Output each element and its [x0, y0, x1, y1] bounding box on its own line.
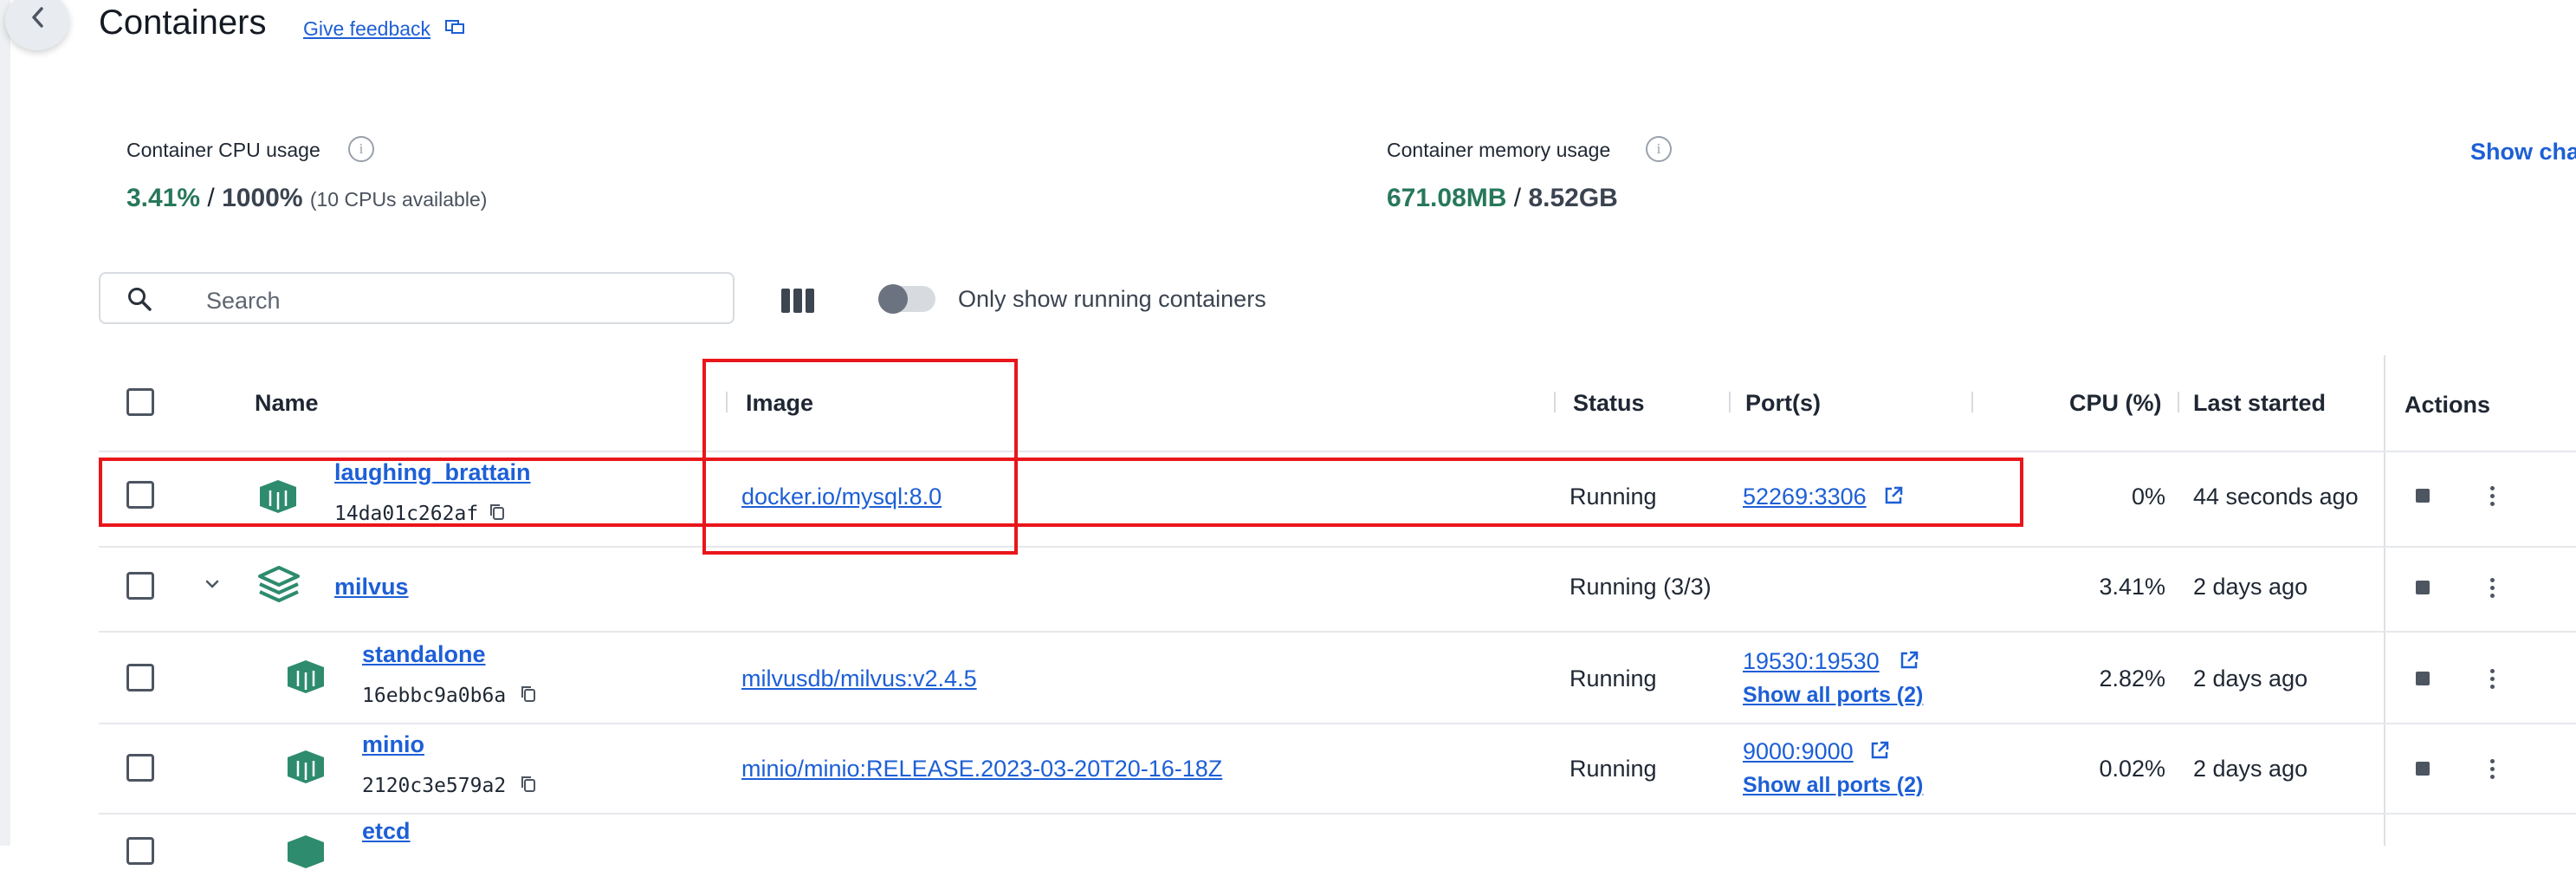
- running-only-toggle[interactable]: [878, 284, 935, 314]
- stop-icon[interactable]: [2416, 762, 2430, 776]
- copy-icon[interactable]: [520, 685, 537, 704]
- external-link-icon[interactable]: [1899, 650, 1919, 671]
- chevron-left-icon: [32, 7, 43, 28]
- columns-icon[interactable]: [781, 289, 814, 313]
- back-button[interactable]: [5, 0, 69, 50]
- status-text: Running: [1570, 665, 1657, 691]
- cpu-total: 1000%: [222, 184, 303, 212]
- container-name-link[interactable]: standalone: [362, 641, 486, 668]
- row-checkbox[interactable]: [126, 754, 154, 782]
- feedback-icon[interactable]: [445, 19, 464, 36]
- toggle-knob: [878, 284, 908, 314]
- column-separator[interactable]: [1971, 392, 1973, 412]
- cpu-percent: 0%: [2131, 484, 2165, 510]
- memory-total: 8.52GB: [1528, 184, 1618, 212]
- container-name-link[interactable]: etcd: [362, 818, 411, 845]
- select-all-checkbox[interactable]: [126, 388, 154, 416]
- column-header-ports[interactable]: Port(s): [1745, 390, 1821, 417]
- last-started: 2 days ago: [2193, 574, 2308, 600]
- more-actions-icon[interactable]: [2490, 759, 2495, 782]
- image-link[interactable]: minio/minio:RELEASE.2023-03-20T20-16-18Z: [741, 756, 1222, 782]
- container-icon: [288, 660, 324, 693]
- row-divider: [99, 546, 2576, 548]
- cpu-percent: 3.41%: [2099, 574, 2165, 600]
- row-checkbox[interactable]: [126, 664, 154, 691]
- port-link[interactable]: 19530:19530: [1743, 648, 1880, 675]
- container-icon: [288, 835, 324, 868]
- cpu-percent: 0.02%: [2099, 756, 2165, 782]
- cpu-separator: /: [200, 184, 223, 212]
- cpu-used: 3.41%: [126, 184, 201, 212]
- memory-usage-value: 671.08MB / 8.52GB: [1387, 184, 1618, 213]
- row-divider: [99, 631, 2576, 633]
- column-header-cpu[interactable]: CPU (%): [2069, 390, 2162, 417]
- last-started: 44 seconds ago: [2193, 484, 2359, 510]
- container-id: 2120c3e579a2: [362, 775, 507, 797]
- stop-icon[interactable]: [2416, 581, 2430, 594]
- row-divider: [99, 723, 2576, 724]
- more-actions-icon[interactable]: [2490, 486, 2495, 510]
- memory-info-icon[interactable]: i: [1646, 136, 1672, 162]
- cpu-info-icon[interactable]: i: [348, 136, 374, 162]
- column-header-name[interactable]: Name: [255, 390, 319, 417]
- column-header-status[interactable]: Status: [1573, 390, 1645, 417]
- running-only-label: Only show running containers: [958, 286, 1266, 312]
- status-text: Running (3/3): [1570, 574, 1712, 600]
- mysql-row-highlight: [99, 458, 2023, 527]
- header-divider: [99, 451, 2576, 452]
- copy-icon[interactable]: [520, 775, 537, 794]
- column-separator[interactable]: [1729, 392, 1731, 412]
- column-separator[interactable]: [2178, 392, 2179, 412]
- memory-separator: /: [1506, 184, 1529, 212]
- show-all-ports-link[interactable]: Show all ports (2): [1743, 683, 1923, 708]
- column-header-last-started[interactable]: Last started: [2193, 390, 2326, 417]
- give-feedback-link[interactable]: Give feedback: [303, 17, 430, 41]
- column-header-actions: Actions: [2404, 392, 2491, 418]
- left-rail: [0, 0, 10, 846]
- chevron-down-icon[interactable]: [204, 579, 220, 589]
- port-link[interactable]: 9000:9000: [1743, 738, 1854, 765]
- cpu-note: (10 CPUs available): [309, 188, 488, 211]
- actions-column-divider: [2384, 355, 2385, 846]
- show-charts-link[interactable]: Show cha: [2470, 139, 2576, 166]
- cpu-usage-value: 3.41% / 1000% (10 CPUs available): [126, 184, 487, 213]
- memory-usage-label: Container memory usage: [1387, 139, 1611, 161]
- more-actions-icon[interactable]: [2490, 669, 2495, 692]
- stack-icon: [258, 566, 300, 602]
- last-started: 2 days ago: [2193, 756, 2308, 782]
- search-icon: [128, 288, 152, 311]
- row-divider: [99, 813, 2576, 815]
- memory-used: 671.08MB: [1387, 184, 1507, 212]
- more-actions-icon[interactable]: [2490, 578, 2495, 601]
- search-placeholder: Search: [206, 288, 281, 314]
- column-separator[interactable]: [1554, 392, 1556, 412]
- container-name-link[interactable]: minio: [362, 731, 424, 758]
- container-id: 16ebbc9a0b6a: [362, 685, 507, 707]
- row-checkbox[interactable]: [126, 837, 154, 865]
- external-link-icon[interactable]: [1869, 740, 1890, 761]
- container-icon: [288, 750, 324, 783]
- search-input[interactable]: Search: [99, 272, 735, 324]
- image-link[interactable]: milvusdb/milvus:v2.4.5: [741, 665, 977, 692]
- stop-icon[interactable]: [2416, 489, 2430, 503]
- cpu-percent: 2.82%: [2099, 665, 2165, 691]
- row-checkbox[interactable]: [126, 572, 154, 600]
- show-all-ports-link[interactable]: Show all ports (2): [1743, 773, 1923, 798]
- cpu-usage-label: Container CPU usage: [126, 139, 320, 161]
- compose-group-link[interactable]: milvus: [334, 574, 409, 601]
- last-started: 2 days ago: [2193, 665, 2308, 691]
- page-title: Containers: [99, 3, 267, 42]
- status-text: Running: [1570, 756, 1657, 782]
- stop-icon[interactable]: [2416, 672, 2430, 685]
